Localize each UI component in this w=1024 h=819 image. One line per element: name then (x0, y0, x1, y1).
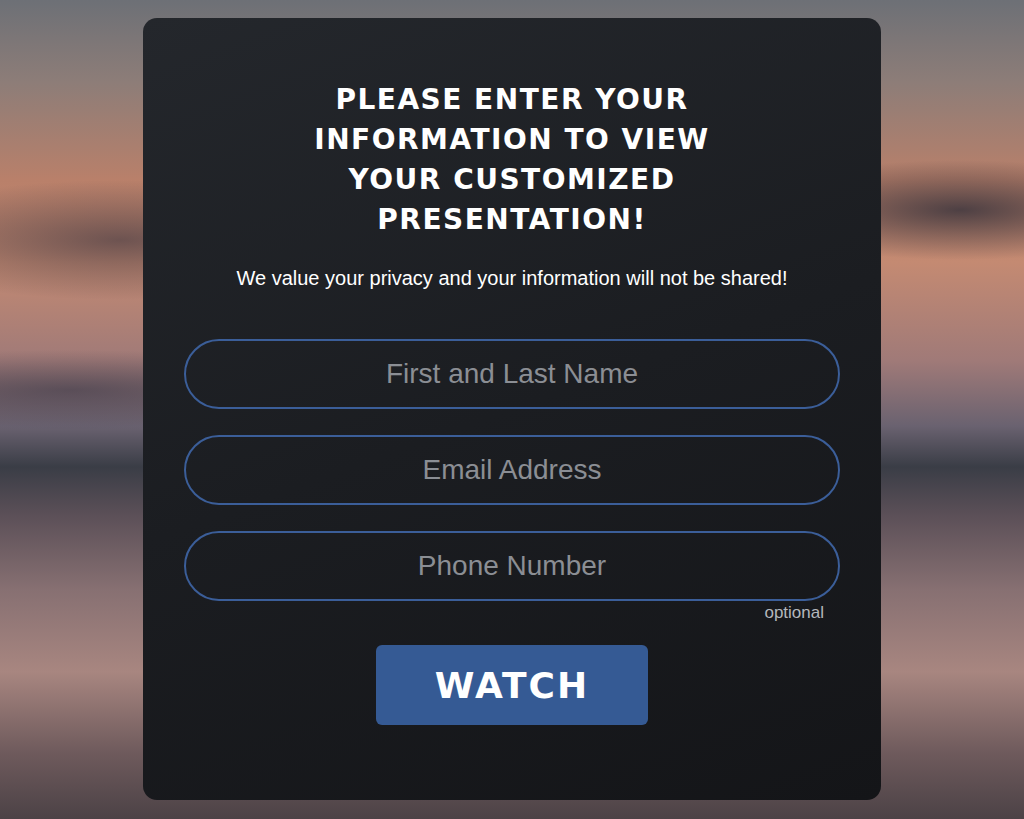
field-list: optional (184, 339, 840, 623)
form-title: PLEASE ENTER YOUR INFORMATION TO VIEW YO… (277, 80, 747, 240)
text-field[interactable] (184, 435, 840, 505)
field-group (184, 339, 840, 409)
background-photo: PLEASE ENTER YOUR INFORMATION TO VIEW YO… (0, 0, 1024, 819)
signup-card: PLEASE ENTER YOUR INFORMATION TO VIEW YO… (143, 18, 881, 800)
watch-button[interactable]: WATCH (376, 645, 648, 725)
field-group (184, 435, 840, 505)
field-group: optional (184, 531, 840, 623)
privacy-note: We value your privacy and your informati… (236, 266, 787, 290)
field-hint: optional (764, 603, 840, 623)
text-field[interactable] (184, 339, 840, 409)
text-field[interactable] (184, 531, 840, 601)
